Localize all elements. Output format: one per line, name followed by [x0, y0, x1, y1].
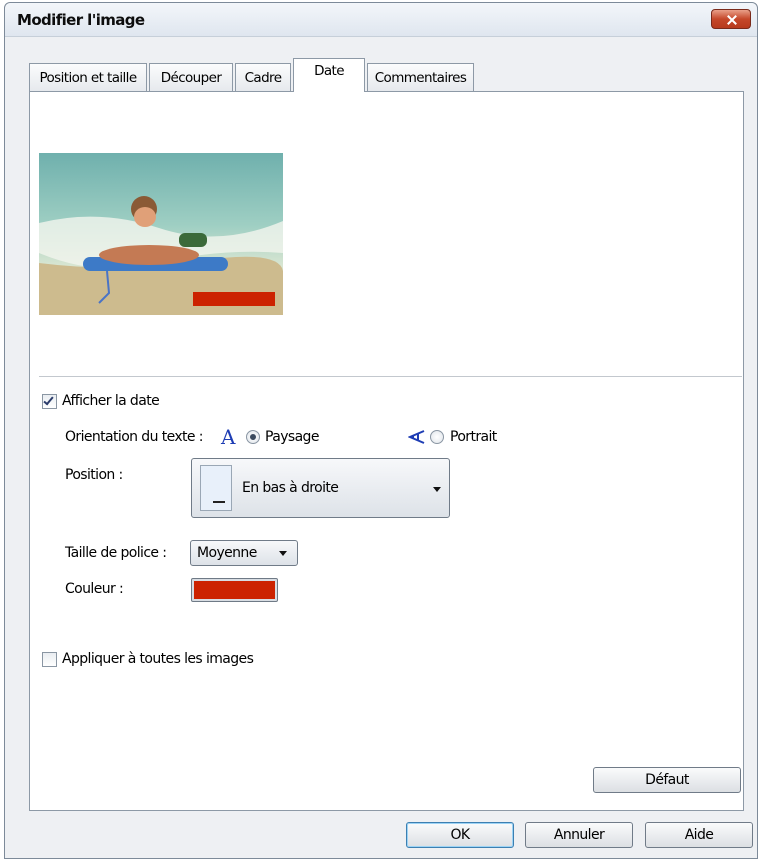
tab-commentaires[interactable]: Commentaires — [367, 63, 474, 91]
show-date-checkbox[interactable] — [42, 394, 57, 409]
font-size-label: Taille de police : — [65, 545, 167, 561]
close-icon[interactable] — [711, 9, 751, 29]
color-swatch-fill — [194, 581, 275, 599]
chevron-down-icon — [279, 551, 287, 556]
tab-decouper[interactable]: Découper — [149, 63, 233, 91]
tab-position-et-taille[interactable]: Position et taille — [29, 63, 147, 91]
font-size-value: Moyenne — [197, 545, 257, 561]
apply-all-label: Appliquer à toutes les images — [62, 651, 254, 667]
dialog-window: Modifier l'image Position et taille Déco… — [4, 2, 758, 859]
landscape-label: Paysage — [265, 429, 319, 445]
portrait-radio[interactable] — [430, 430, 444, 444]
position-label: Position : — [65, 467, 123, 483]
tab-date[interactable]: Date — [293, 58, 365, 92]
chevron-down-icon — [433, 487, 441, 492]
landscape-radio[interactable] — [246, 430, 260, 444]
portrait-label: Portrait — [450, 429, 497, 445]
rotated-text-icon — [408, 430, 425, 444]
date-color-button[interactable] — [191, 578, 278, 602]
text-a-icon: A — [221, 425, 235, 449]
checkmark-icon — [43, 394, 54, 406]
tab-panel-date: Afficher la date Orientation du texte : … — [29, 91, 744, 811]
separator — [39, 376, 742, 378]
preview-photo — [39, 153, 283, 315]
position-value: En bas à droite — [242, 480, 339, 496]
window-title: Modifier l'image — [17, 11, 145, 29]
default-button[interactable]: Défaut — [593, 767, 741, 793]
date-stamp-preview — [193, 292, 275, 306]
apply-all-checkbox[interactable] — [42, 652, 57, 667]
show-date-label: Afficher la date — [62, 393, 160, 409]
image-preview — [39, 153, 283, 315]
position-dropdown[interactable]: En bas à droite — [191, 458, 450, 518]
bottom-right-position-icon — [200, 465, 232, 511]
orientation-label: Orientation du texte : — [65, 429, 204, 445]
font-size-dropdown[interactable]: Moyenne — [190, 540, 298, 566]
help-button[interactable]: Aide — [645, 822, 753, 848]
color-label: Couleur : — [65, 581, 124, 597]
tab-cadre[interactable]: Cadre — [235, 63, 291, 91]
title-bar: Modifier l'image — [5, 3, 757, 37]
cancel-button[interactable]: Annuler — [525, 822, 633, 848]
ok-button[interactable]: OK — [406, 822, 514, 848]
